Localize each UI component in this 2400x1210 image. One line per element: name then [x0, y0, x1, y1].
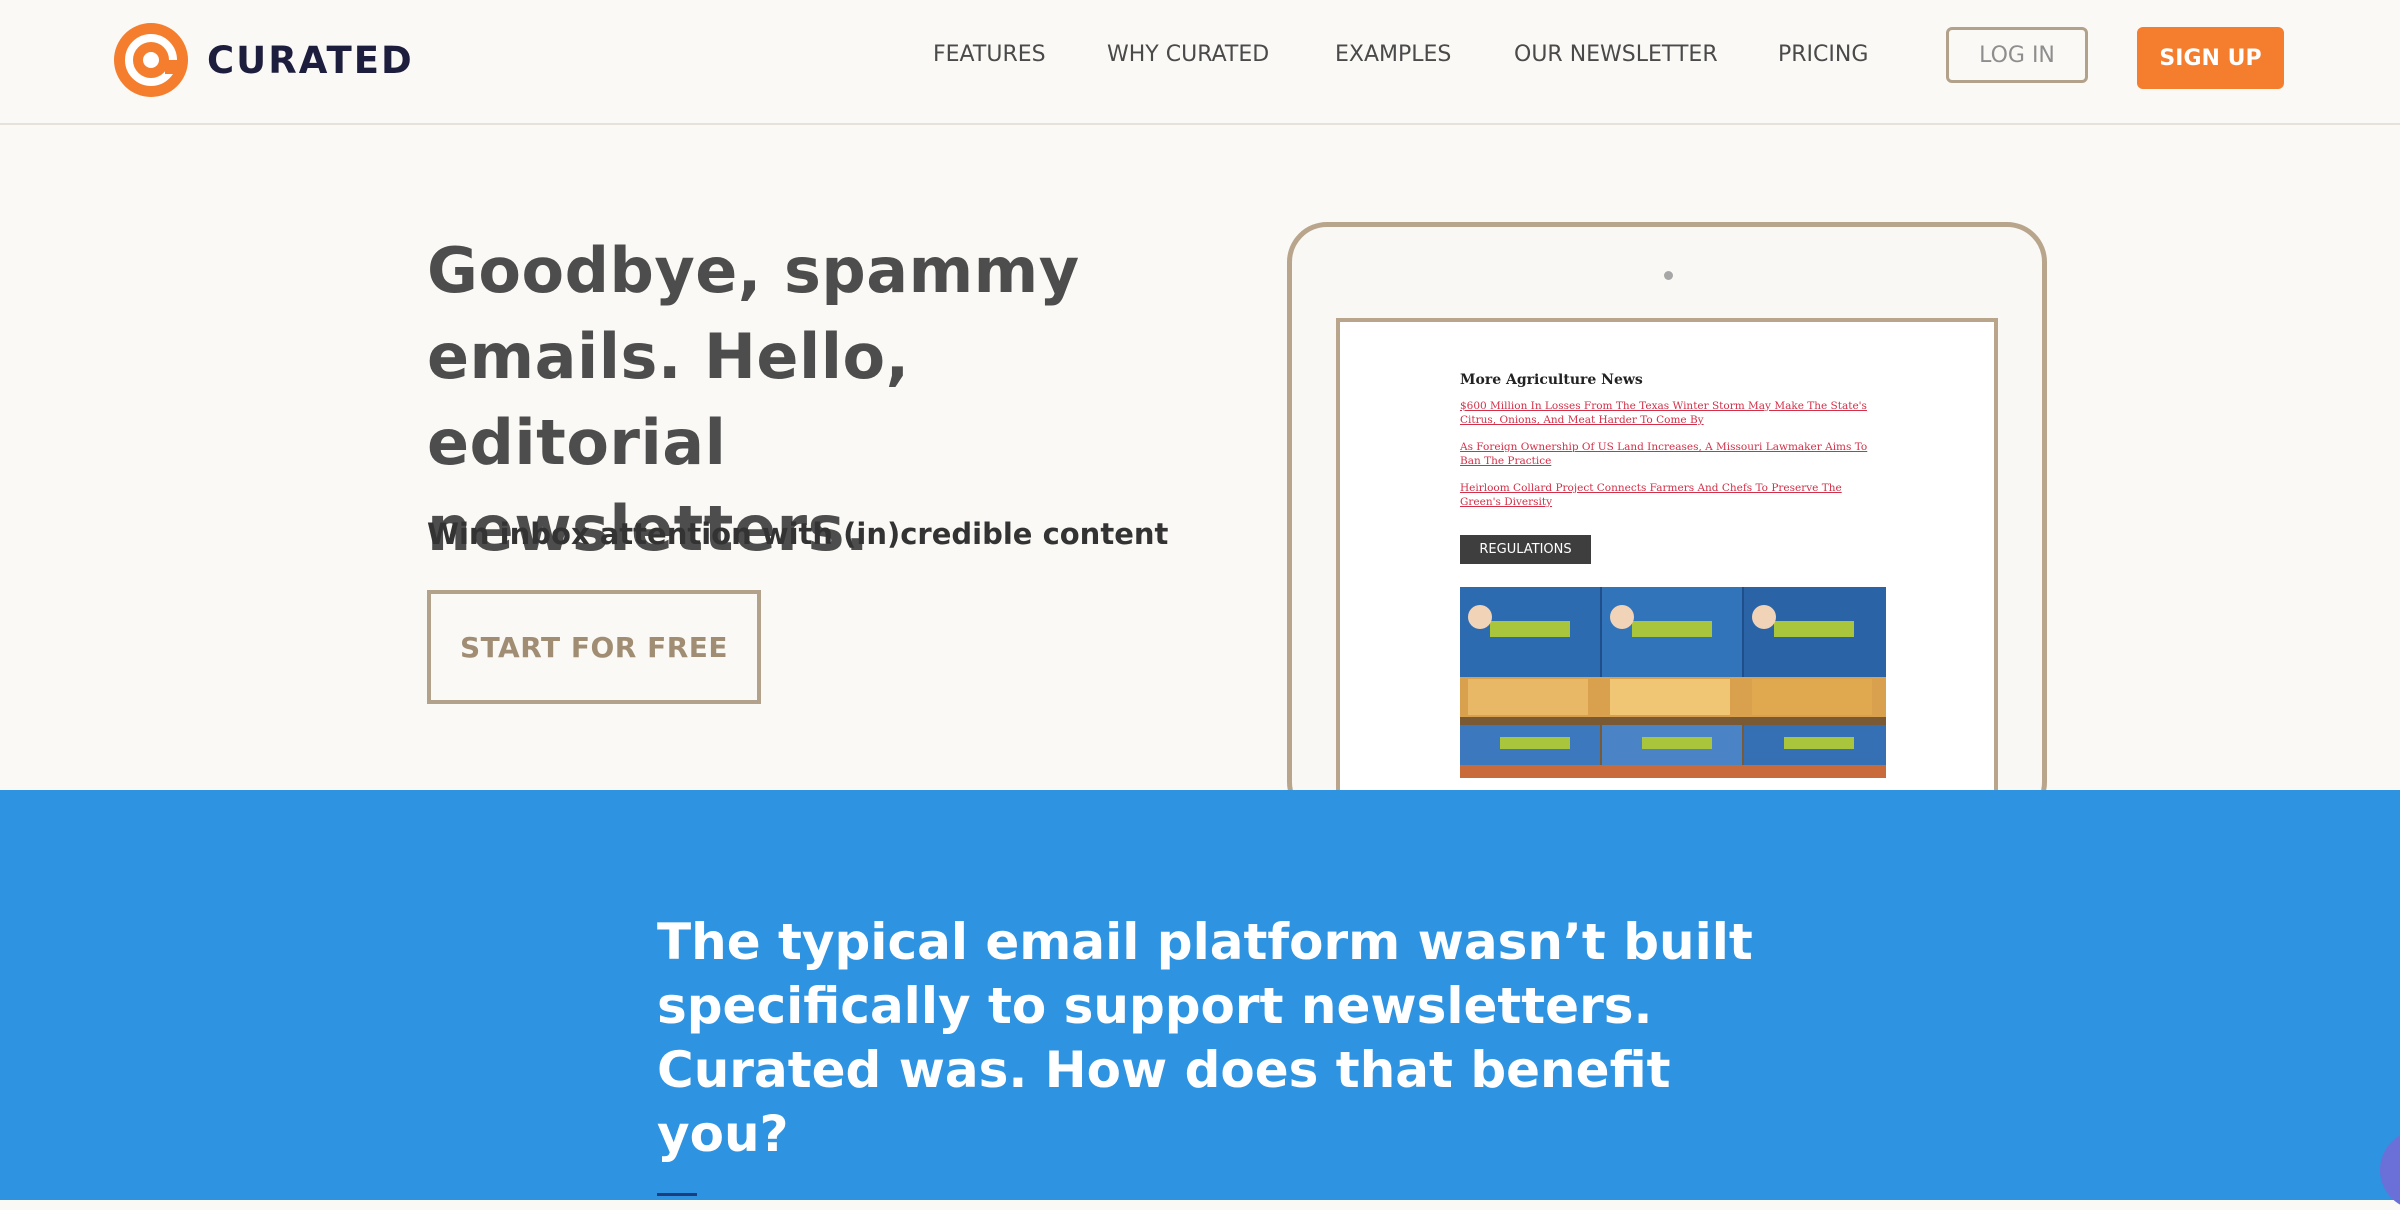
benefits-heading-line: specifically to support newsletters. — [657, 977, 1653, 1035]
tablet-camera — [1664, 271, 1673, 280]
nav-examples[interactable]: EXAMPLES — [1335, 42, 1451, 67]
curated-logo-icon — [114, 23, 188, 97]
hero-title-line: emails. Hello, editorial — [427, 320, 910, 479]
preview-link[interactable]: As Foreign Ownership Of US Land Increase… — [1460, 440, 1880, 468]
newsletter-preview: More Agriculture News $600 Million In Lo… — [1336, 318, 1998, 798]
preview-link[interactable]: $600 Million In Losses From The Texas Wi… — [1460, 399, 1880, 427]
site-header: CURATED FEATURES WHY CURATED EXAMPLES OU… — [0, 0, 2400, 125]
hero-title-line: Goodbye, spammy — [427, 234, 1080, 307]
preview-link[interactable]: Heirloom Collard Project Connects Farmer… — [1460, 481, 1880, 509]
nav-features[interactable]: FEATURES — [933, 42, 1046, 67]
preview-tag: REGULATIONS — [1460, 535, 1591, 564]
nav-pricing[interactable]: PRICING — [1778, 42, 1868, 67]
benefits-heading: The typical email platform wasn’t built … — [657, 910, 1757, 1166]
nav-why-curated[interactable]: WHY CURATED — [1107, 42, 1269, 67]
nav-our-newsletter[interactable]: OUR NEWSLETTER — [1514, 42, 1718, 67]
start-for-free-button[interactable]: START FOR FREE — [427, 590, 761, 704]
benefits-heading-line: The typical email platform wasn’t built — [657, 913, 1753, 971]
logo[interactable]: CURATED — [113, 22, 414, 98]
signup-button[interactable]: SIGN UP — [2137, 27, 2284, 89]
next-section-icon — [657, 1193, 697, 1203]
login-button[interactable]: LOG IN — [1946, 27, 2088, 83]
benefits-heading-line: Curated was. How does that benefit you? — [657, 1041, 1671, 1163]
brand-name: CURATED — [207, 38, 414, 82]
preview-heading: More Agriculture News — [1460, 372, 1643, 388]
hero-subtitle: Win inbox attention with (in)credible co… — [427, 517, 1169, 551]
baby-food-jars-photo — [1460, 587, 1886, 778]
